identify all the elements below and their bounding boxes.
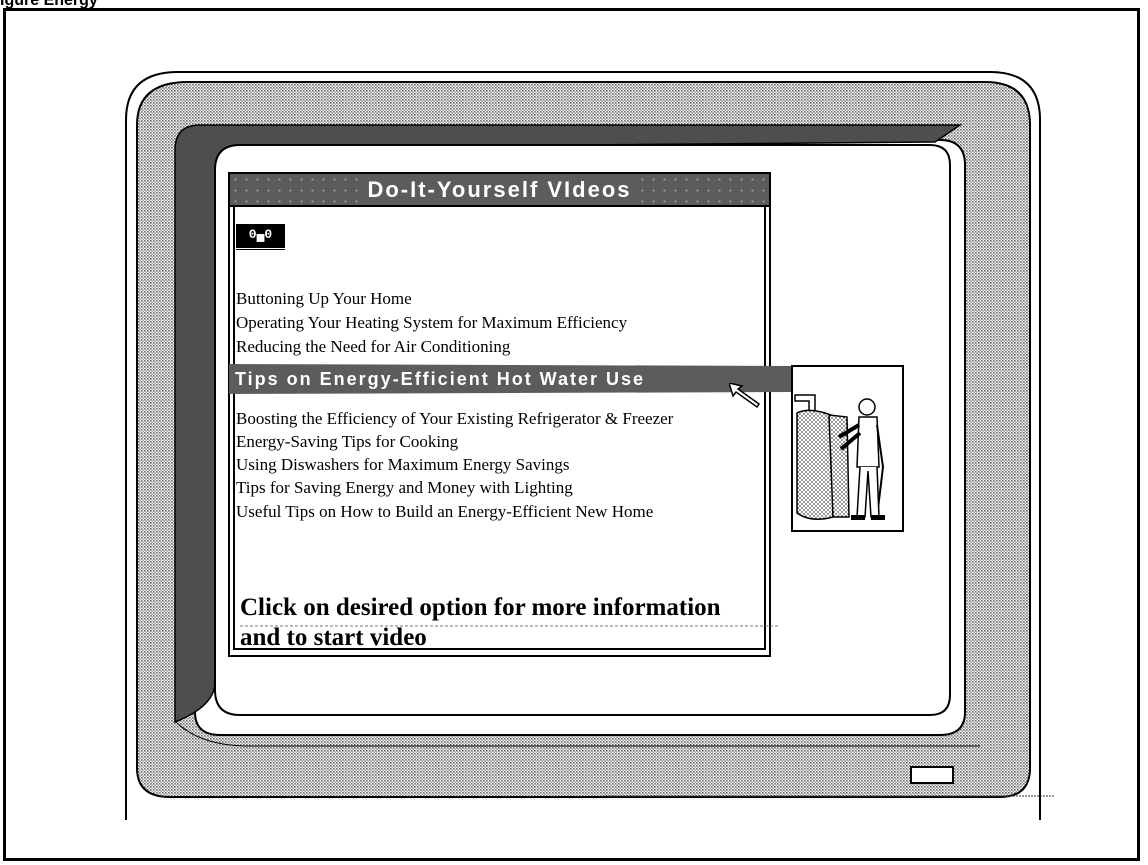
- vcr-icon[interactable]: 0▄0: [236, 224, 285, 250]
- option-refrigerator[interactable]: Boosting the Efficiency of Your Existing…: [236, 410, 673, 428]
- option-lighting[interactable]: Tips for Saving Energy and Money with Li…: [236, 479, 573, 497]
- option-air-conditioning[interactable]: Reducing the Need for Air Conditioning: [236, 338, 510, 356]
- person-at-water-heater-icon: [794, 394, 885, 520]
- option-new-home[interactable]: Useful Tips on How to Build an Energy-Ef…: [236, 503, 653, 521]
- water-heater-illustration: [791, 365, 904, 532]
- option-buttoning-up[interactable]: Buttoning Up Your Home: [236, 290, 412, 308]
- option-cooking[interactable]: Energy-Saving Tips for Cooking: [236, 433, 458, 451]
- window-content: [233, 207, 766, 650]
- option-hot-water[interactable]: Tips on Energy-Efficient Hot Water Use: [235, 366, 645, 392]
- monitor-power-button[interactable]: [910, 766, 954, 784]
- instructions-line-1: Click on desired option for more informa…: [240, 594, 721, 621]
- mouse-pointer-icon: [729, 383, 761, 409]
- instructions: Click on desired option for more informa…: [240, 593, 760, 653]
- vcr-icon-label: 0▄0: [248, 227, 273, 242]
- vcr-icon-underline: [236, 249, 285, 250]
- option-dishwashers[interactable]: Using Diswashers for Maximum Energy Savi…: [236, 456, 570, 474]
- window-title: Do-It-Yourself VIdeos: [362, 174, 637, 205]
- option-heating-system[interactable]: Operating Your Heating System for Maximu…: [236, 314, 627, 332]
- instructions-rule: [240, 625, 780, 627]
- window-title-bar: Do-It-Yourself VIdeos: [230, 174, 769, 207]
